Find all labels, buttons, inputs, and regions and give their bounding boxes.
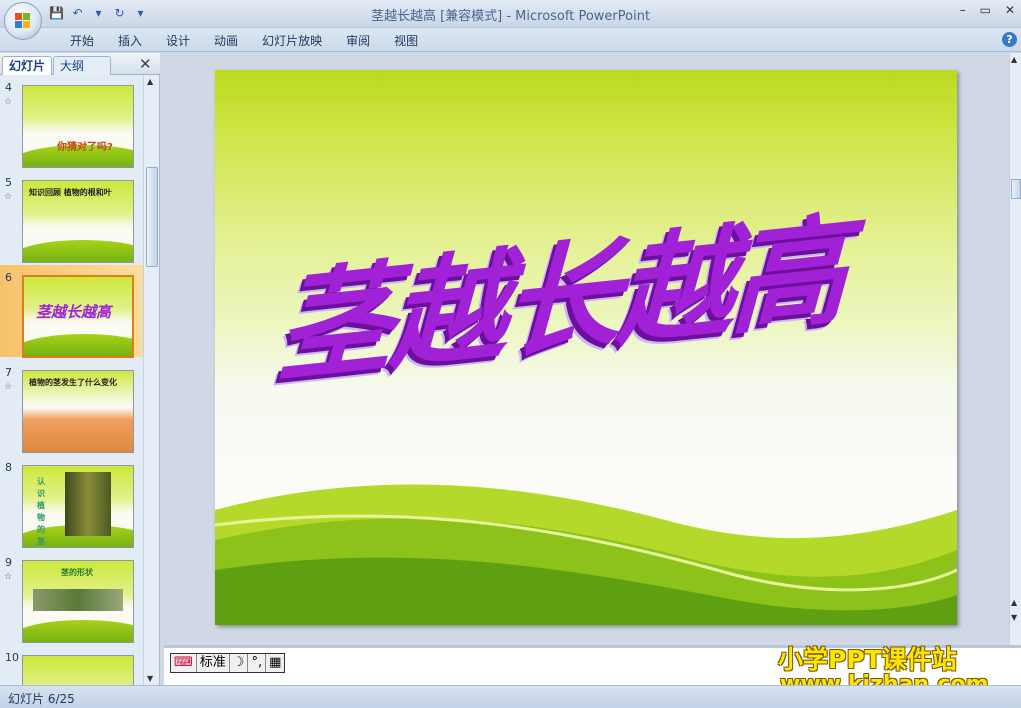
slide-counter: 幻灯片 6/25: [8, 692, 75, 706]
title-bar: 茎越长越高 [兼容模式] - Microsoft PowerPoint 💾 ↶ …: [0, 0, 1021, 28]
undo-dropdown-icon[interactable]: ▾: [90, 5, 107, 22]
thumbnail-list: 4 ☆ 你猜对了吗? 5 ☆ 知识回顾 植物的根和叶 6 茎越长越高 7 ☆ 植…: [0, 75, 143, 685]
tab-review[interactable]: 审阅: [334, 32, 382, 50]
ime-mode[interactable]: 标准: [197, 654, 230, 672]
tab-animations[interactable]: 动画: [202, 32, 250, 50]
scroll-up-icon[interactable]: ▲: [147, 77, 153, 86]
help-icon[interactable]: ?: [1002, 32, 1017, 47]
thumbnail-title: 茎越长越高: [36, 303, 112, 321]
slide-thumbnail-9[interactable]: 9 ☆ 茎的形状: [0, 550, 143, 643]
quick-access-toolbar: 💾 ↶ ▾ ↻ ▾: [48, 4, 149, 22]
undo-icon[interactable]: ↶: [69, 5, 86, 22]
slide-number: 5: [5, 176, 12, 189]
scroll-down-icon[interactable]: ▼: [147, 674, 153, 683]
status-bar: 幻灯片 6/25: [0, 685, 1021, 708]
thumbnail-title: 认识植物的茎: [37, 477, 45, 546]
animation-icon: ☆: [4, 572, 13, 582]
scrollbar-thumb[interactable]: [1011, 179, 1021, 199]
office-logo-icon: [15, 13, 31, 29]
animation-icon: ☆: [4, 97, 13, 107]
slide-thumbnail-7[interactable]: 7 ☆ 植物的茎发生了什么变化: [0, 360, 143, 453]
thumbnail-title: 你猜对了吗?: [57, 142, 113, 153]
ime-keyboard-icon[interactable]: ▦: [266, 654, 284, 672]
current-slide[interactable]: 茎越长越高: [215, 70, 957, 625]
tab-outline[interactable]: 大纲: [53, 56, 111, 75]
scroll-up-icon[interactable]: ▲: [1011, 55, 1017, 64]
close-panel-icon[interactable]: ✕: [139, 55, 152, 73]
slide-thumbnail-10[interactable]: 10: [0, 645, 143, 685]
tab-view[interactable]: 视图: [382, 32, 430, 50]
slides-panel: 幻灯片 大纲 ✕ 4 ☆ 你猜对了吗? 5 ☆ 知识回顾 植物的根和叶 6 茎越…: [0, 53, 160, 685]
slide-thumbnail-5[interactable]: 5 ☆ 知识回顾 植物的根和叶: [0, 170, 143, 263]
tab-slides[interactable]: 幻灯片: [2, 56, 53, 75]
ime-punct-icon[interactable]: °,: [248, 654, 267, 672]
slide-thumbnail-8[interactable]: 8 认识植物的茎: [0, 455, 143, 548]
customize-qat-icon[interactable]: ▾: [132, 5, 149, 22]
tab-home[interactable]: 开始: [58, 32, 106, 50]
thumbnail-title: 植物的茎发生了什么变化: [29, 378, 117, 387]
slide-number: 7: [5, 366, 12, 379]
window-title: 茎越长越高 [兼容模式] - Microsoft PowerPoint: [370, 9, 651, 24]
ime-logo-icon[interactable]: ⌨: [171, 654, 197, 672]
scrollbar-thumb[interactable]: [146, 167, 158, 267]
close-button[interactable]: ✕: [1005, 3, 1015, 17]
panel-tabs: 幻灯片 大纲 ✕: [0, 53, 160, 75]
ime-fullwidth-icon[interactable]: ☽: [230, 654, 249, 672]
tab-design[interactable]: 设计: [154, 32, 202, 50]
thumbnail-scrollbar[interactable]: ▲ ▼: [143, 75, 159, 685]
save-icon[interactable]: 💾: [48, 5, 65, 22]
next-slide-icon[interactable]: ▼: [1011, 613, 1017, 622]
animation-icon: ☆: [4, 382, 13, 392]
ime-toolbar: ⌨ 标准 ☽ °, ▦: [170, 653, 286, 673]
main-scrollbar[interactable]: ▲ ▲ ▼: [1009, 53, 1021, 645]
slide-number: 10: [5, 651, 19, 664]
redo-icon[interactable]: ↻: [111, 5, 128, 22]
slide-thumbnail-6[interactable]: 6 茎越长越高: [0, 265, 143, 358]
restore-button[interactable]: ▭: [980, 3, 991, 17]
thumbnail-title: 知识回顾 植物的根和叶: [29, 188, 112, 197]
office-button[interactable]: [4, 2, 42, 40]
animation-icon: ☆: [4, 192, 13, 202]
slide-number: 9: [5, 556, 12, 569]
watermark-title: 小学PPT课件站: [778, 645, 957, 674]
tab-slideshow[interactable]: 幻灯片放映: [250, 32, 334, 50]
slide-number: 6: [5, 271, 12, 284]
slide-number: 4: [5, 81, 12, 94]
ribbon-tabs: 开始 插入 设计 动画 幻灯片放映 审阅 视图 ?: [0, 28, 1021, 52]
slide-thumbnail-4[interactable]: 4 ☆ 你猜对了吗?: [0, 75, 143, 168]
prev-slide-icon[interactable]: ▲: [1011, 598, 1017, 607]
thumbnail-title: 茎的形状: [61, 568, 93, 577]
minimize-button[interactable]: –: [960, 3, 966, 17]
tab-insert[interactable]: 插入: [106, 32, 154, 50]
slide-number: 8: [5, 461, 12, 474]
window-controls: – ▭ ✕: [960, 3, 1015, 17]
